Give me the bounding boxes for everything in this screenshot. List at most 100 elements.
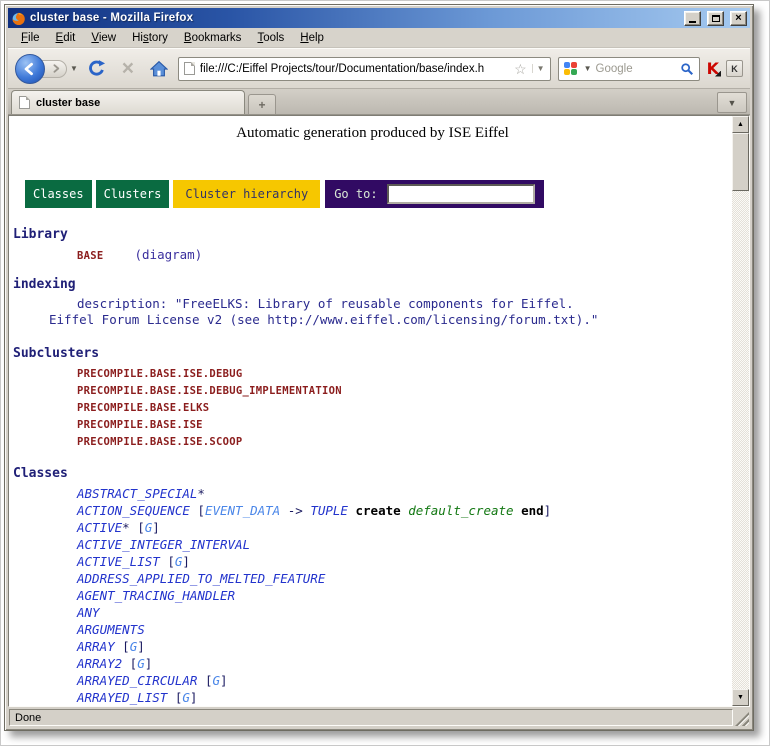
class-list-item[interactable]: ARRAYED_CIRCULAR [G] [77,672,732,689]
class-list-item[interactable]: ACTION_SEQUENCE [EVENT_DATA -> TUPLE cre… [77,502,732,519]
class-text: ] [145,656,153,671]
search-bar[interactable]: ▼ Google [558,57,700,81]
class-text: [ [197,673,212,688]
class-text: [ [130,520,145,535]
tab-list-dropdown-button[interactable]: ▼ [717,92,747,113]
menu-item[interactable]: Help [292,30,332,46]
page-favicon [184,62,195,75]
class-link[interactable]: TUPLE [310,503,348,518]
page-content: Automatic generation produced by ISE Eif… [9,116,732,706]
home-icon [150,60,168,78]
subcluster-link[interactable]: PRECOMPILE.BASE.ISE.SCOOP [77,434,732,451]
class-text: create [356,503,401,518]
library-base-link[interactable]: BASE [77,250,104,262]
scroll-down-button[interactable]: ▼ [732,689,749,706]
firefox-icon[interactable] [11,11,26,26]
search-engine-dropdown[interactable]: ▼ [584,64,592,73]
menu-item[interactable]: View [83,30,124,46]
class-text: * [197,486,205,501]
class-link[interactable]: ARRAY2 [77,656,122,671]
forward-arrow-icon [50,63,61,74]
class-text: ] [152,520,160,535]
search-magnifier-icon[interactable] [680,62,694,76]
class-link[interactable]: ARRAYED_CIRCULAR [77,673,197,688]
menu-bar: File Edit View History Bookmarks Tools H… [8,28,750,48]
indexing-description-line1: description: "FreeELKS: Library of reusa… [77,296,732,312]
class-list-item[interactable]: ANY [77,604,732,621]
class-list-item[interactable]: ARRAYED_LIST [G] [77,689,732,706]
menu-item[interactable]: Tools [249,30,292,46]
virtual-keyboard-button[interactable]: K [726,60,743,77]
subcluster-link[interactable]: PRECOMPILE.BASE.ISE.DEBUG_IMPLEMENTATION [77,383,732,400]
vertical-scrollbar[interactable]: ▲ ▼ [732,116,749,706]
class-link[interactable]: ACTIVE [77,520,122,535]
subclusters-heading: Subclusters [13,346,732,361]
class-list-item[interactable]: ARRAY [G] [77,638,732,655]
subcluster-link[interactable]: PRECOMPILE.BASE.ISE.DEBUG [77,366,732,383]
bookmark-star-icon[interactable]: ☆ [514,62,527,76]
goto-label: Go to: [334,187,377,201]
home-button[interactable] [147,55,171,83]
menu-item[interactable]: File [13,30,48,46]
url-dropdown-button[interactable]: ▼ [532,64,545,73]
minimize-icon [689,21,696,23]
class-link[interactable]: ARRAYED_LIST [77,690,167,705]
class-link[interactable]: ACTIVE_INTEGER_INTERVAL [77,537,250,552]
menu-item[interactable]: Bookmarks [176,30,250,46]
class-text: G [182,690,190,705]
clusters-button[interactable]: Clusters [96,180,170,208]
class-list-item[interactable]: ARRAY2 [G] [77,655,732,672]
maximize-button[interactable] [707,11,724,26]
class-text: [ [122,656,137,671]
doc-nav-buttons: Classes Clusters Cluster hierarchy Go to… [25,180,732,208]
class-list-item[interactable]: ADDRESS_APPLIED_TO_MELTED_FEATURE [77,570,732,587]
indexing-heading: indexing [13,277,732,292]
scrollbar-thumb[interactable] [732,133,749,191]
reload-button[interactable] [85,55,109,83]
back-button[interactable] [15,54,45,84]
location-bar[interactable]: file:///C:/Eiffel Projects/tour/Document… [178,57,551,81]
class-link[interactable]: AGENT_TRACING_HANDLER [77,588,235,603]
class-link[interactable]: ARRAY [77,639,115,654]
classes-button[interactable]: Classes [25,180,92,208]
class-text: [ [167,690,182,705]
back-history-dropdown[interactable]: ▼ [70,64,78,73]
menu-item[interactable]: Edit [48,30,84,46]
class-list-item[interactable]: ACTIVE_LIST [G] [77,553,732,570]
class-link[interactable]: ANY [77,605,100,620]
stop-button[interactable]: × [116,55,140,83]
browser-window: cluster base - Mozilla Firefox × File Ed… [4,4,754,731]
minimize-button[interactable] [684,11,701,26]
class-list-item[interactable]: ABSTRACT_SPECIAL* [77,485,732,502]
class-list-item[interactable]: ARGUMENTS [77,621,732,638]
tab-label: cluster base [36,97,100,109]
class-link[interactable]: ACTIVE_LIST [77,554,160,569]
class-link[interactable]: ADDRESS_APPLIED_TO_MELTED_FEATURE [77,571,325,586]
class-list: ABSTRACT_SPECIAL*ACTION_SEQUENCE [EVENT_… [13,485,732,706]
url-input[interactable]: file:///C:/Eiffel Projects/tour/Document… [200,63,509,75]
class-list-item[interactable]: AGENT_TRACING_HANDLER [77,587,732,604]
close-button[interactable]: × [730,11,747,26]
new-tab-button[interactable]: + [248,94,276,114]
search-input[interactable]: Google [596,63,676,75]
tab-cluster-base[interactable]: cluster base [11,90,245,114]
subcluster-link[interactable]: PRECOMPILE.BASE.ISE [77,417,732,434]
class-link[interactable]: ACTION_SEQUENCE [77,503,190,518]
kaspersky-icon[interactable]: K [707,61,719,77]
subcluster-link[interactable]: PRECOMPILE.BASE.ELKS [77,400,732,417]
class-link[interactable]: ARGUMENTS [77,622,145,637]
scrollbar-track[interactable] [732,191,749,689]
class-text: EVENT_DATA [205,503,280,518]
library-diagram-link[interactable]: (diagram) [135,247,203,262]
scroll-up-button[interactable]: ▲ [732,116,749,133]
class-text: end [521,503,544,518]
back-arrow-icon [22,61,38,77]
class-link[interactable]: ABSTRACT_SPECIAL [77,486,197,501]
class-list-item[interactable]: ACTIVE_INTEGER_INTERVAL [77,536,732,553]
resize-grip[interactable] [735,712,749,726]
menu-item[interactable]: History [124,30,176,46]
cluster-hierarchy-button[interactable]: Cluster hierarchy [173,180,320,208]
goto-input[interactable] [387,184,535,204]
class-list-item[interactable]: ACTIVE* [G] [77,519,732,536]
class-text: ] [182,554,190,569]
